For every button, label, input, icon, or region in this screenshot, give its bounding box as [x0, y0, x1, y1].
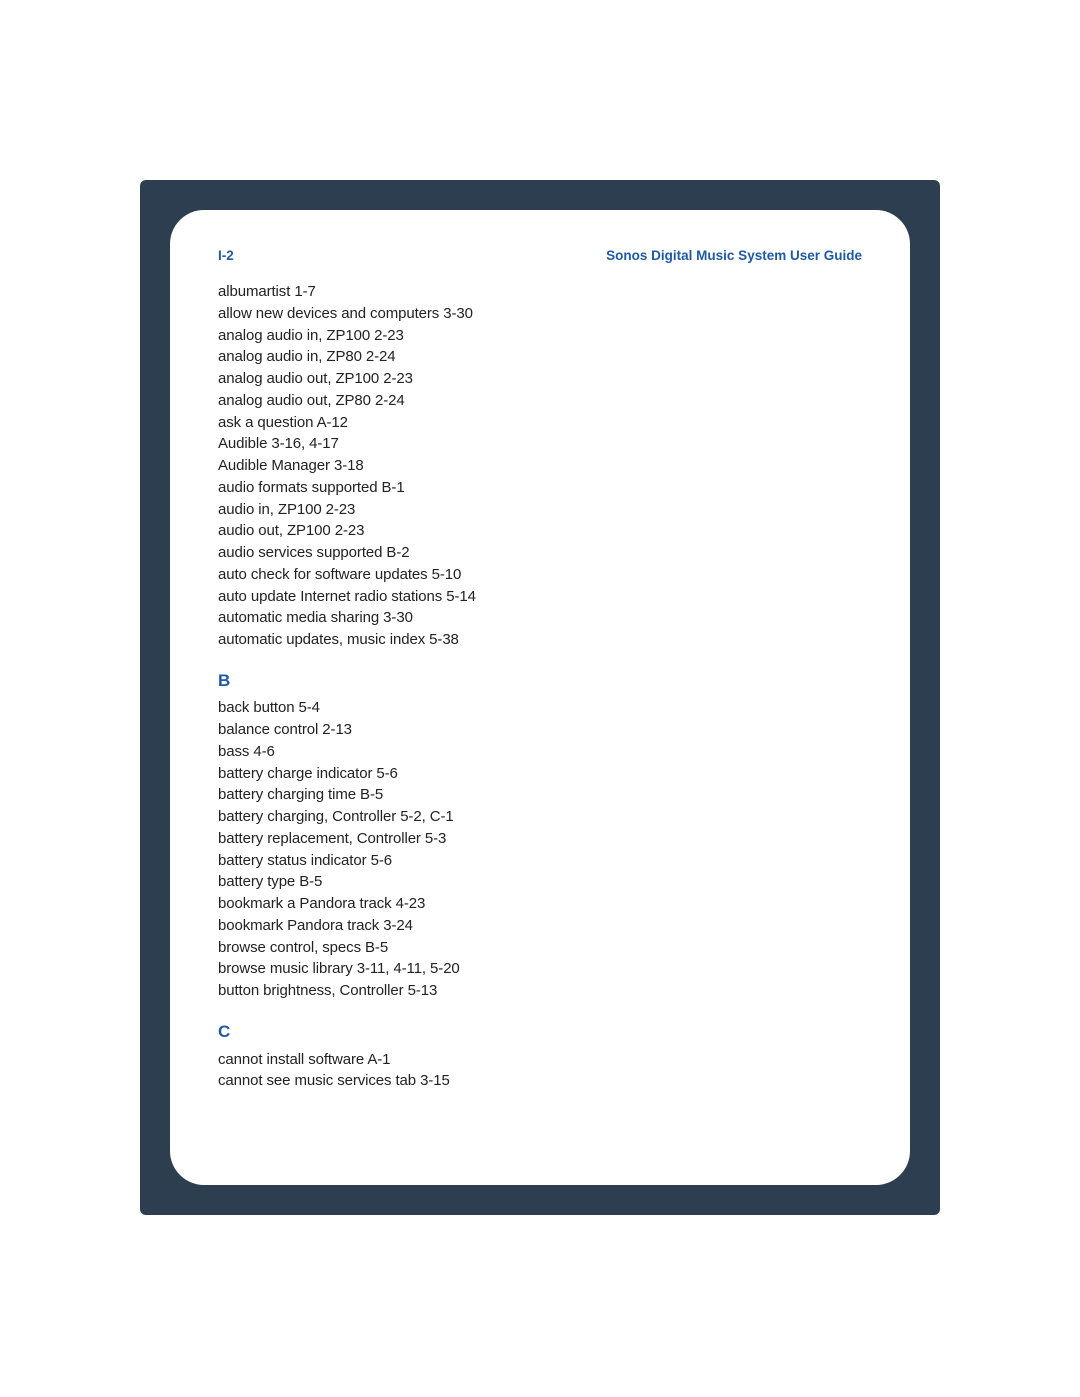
- page-number: I-2: [218, 248, 234, 263]
- page-header: I-2 Sonos Digital Music System User Guid…: [218, 248, 862, 263]
- index-entry: back button 5-4: [218, 697, 862, 719]
- index-entry: battery charging, Controller 5-2, C-1: [218, 806, 862, 828]
- index-entry: analog audio in, ZP100 2-23: [218, 325, 862, 347]
- index-entry: analog audio out, ZP80 2-24: [218, 390, 862, 412]
- index-entry: bookmark Pandora track 3-24: [218, 915, 862, 937]
- index-entry: cannot see music services tab 3-15: [218, 1070, 862, 1092]
- index-entry: battery type B-5: [218, 871, 862, 893]
- document-title: Sonos Digital Music System User Guide: [606, 248, 862, 263]
- index-section-heading: C: [218, 1020, 862, 1045]
- index-entry: analog audio out, ZP100 2-23: [218, 368, 862, 390]
- index-entry: ask a question A-12: [218, 412, 862, 434]
- index-entry: auto check for software updates 5-10: [218, 564, 862, 586]
- index-entry: balance control 2-13: [218, 719, 862, 741]
- index-entry: automatic media sharing 3-30: [218, 607, 862, 629]
- index-section-heading: B: [218, 669, 862, 694]
- index-entry: browse music library 3-11, 4-11, 5-20: [218, 958, 862, 980]
- index-entry: automatic updates, music index 5-38: [218, 629, 862, 651]
- index-entry: bookmark a Pandora track 4-23: [218, 893, 862, 915]
- index-entry: battery charge indicator 5-6: [218, 763, 862, 785]
- index-entry: button brightness, Controller 5-13: [218, 980, 862, 1002]
- index-entry: analog audio in, ZP80 2-24: [218, 346, 862, 368]
- index-entry: audio out, ZP100 2-23: [218, 520, 862, 542]
- index-entry: auto update Internet radio stations 5-14: [218, 586, 862, 608]
- index-entry: battery status indicator 5-6: [218, 850, 862, 872]
- index-entry: battery replacement, Controller 5-3: [218, 828, 862, 850]
- index-body: albumartist 1-7allow new devices and com…: [218, 281, 862, 1092]
- index-entry: audio formats supported B-1: [218, 477, 862, 499]
- index-entry: Audible Manager 3-18: [218, 455, 862, 477]
- page-content: I-2 Sonos Digital Music System User Guid…: [170, 210, 910, 1185]
- index-entry: allow new devices and computers 3-30: [218, 303, 862, 325]
- index-entry: battery charging time B-5: [218, 784, 862, 806]
- index-entry: cannot install software A-1: [218, 1049, 862, 1071]
- index-entry: browse control, specs B-5: [218, 937, 862, 959]
- index-entry: audio in, ZP100 2-23: [218, 499, 862, 521]
- page-frame: I-2 Sonos Digital Music System User Guid…: [140, 180, 940, 1215]
- index-entry: Audible 3-16, 4-17: [218, 433, 862, 455]
- index-entry: albumartist 1-7: [218, 281, 862, 303]
- index-entry: bass 4-6: [218, 741, 862, 763]
- index-entry: audio services supported B-2: [218, 542, 862, 564]
